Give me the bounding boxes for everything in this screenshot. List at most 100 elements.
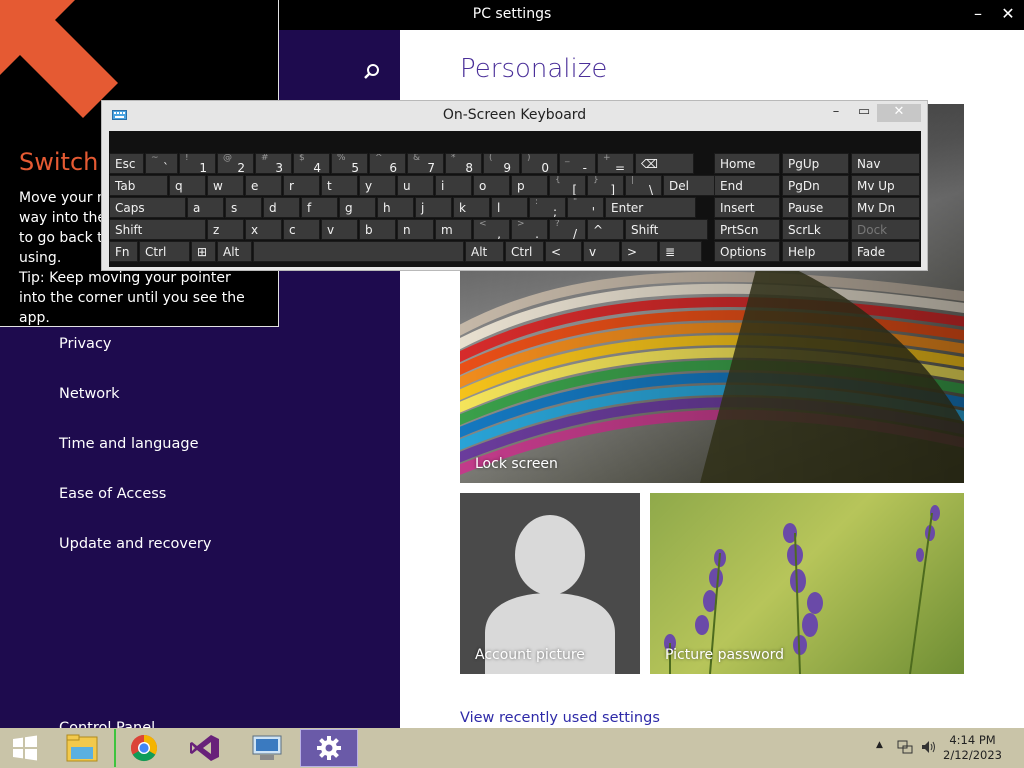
- search-icon[interactable]: [360, 60, 384, 84]
- view-recently-used-settings-link[interactable]: View recently used settings: [460, 710, 660, 726]
- osk-key[interactable]: n: [397, 219, 434, 240]
- osk-key-nav[interactable]: Nav: [851, 153, 920, 174]
- osk-key[interactable]: u: [397, 175, 434, 196]
- osk-key[interactable]: Shift: [109, 219, 206, 240]
- osk-key[interactable]: Ctrl: [505, 241, 544, 262]
- osk-key[interactable]: [253, 241, 464, 262]
- osk-key[interactable]: _ -: [559, 153, 596, 174]
- osk-key-home[interactable]: Home: [714, 153, 780, 174]
- osk-key[interactable]: x: [245, 219, 282, 240]
- osk-key[interactable]: Fn: [109, 241, 138, 262]
- system-clock[interactable]: 4:14 PM 2/12/2023: [943, 733, 1002, 763]
- osk-key[interactable]: ^ 6: [369, 153, 406, 174]
- osk-key-end[interactable]: End: [714, 175, 780, 196]
- osk-key[interactable]: ^: [587, 219, 624, 240]
- osk-key[interactable]: % 5: [331, 153, 368, 174]
- osk-key[interactable]: z: [207, 219, 244, 240]
- osk-key[interactable]: Enter: [605, 197, 696, 218]
- osk-key-prtscn[interactable]: PrtScn: [714, 219, 780, 240]
- minimize-button[interactable]: –: [968, 4, 988, 23]
- nav-item-privacy[interactable]: Privacy: [59, 336, 112, 352]
- osk-key[interactable]: Ctrl: [139, 241, 190, 262]
- osk-key[interactable]: | \: [625, 175, 662, 196]
- osk-key[interactable]: {[: [549, 175, 586, 196]
- volume-icon[interactable]: [920, 739, 938, 768]
- osk-key[interactable]: <: [545, 241, 582, 262]
- osk-key[interactable]: j: [415, 197, 452, 218]
- osk-key[interactable]: l: [491, 197, 528, 218]
- osk-key[interactable]: Alt: [465, 241, 504, 262]
- osk-key[interactable]: (9: [483, 153, 520, 174]
- osk-key[interactable]: t: [321, 175, 358, 196]
- osk-key[interactable]: ? /: [549, 219, 586, 240]
- osk-key[interactable]: p: [511, 175, 548, 196]
- osk-key[interactable]: :;: [529, 197, 566, 218]
- osk-key[interactable]: r: [283, 175, 320, 196]
- osk-key[interactable]: a: [187, 197, 224, 218]
- osk-key[interactable]: }]: [587, 175, 624, 196]
- osk-key[interactable]: f: [301, 197, 338, 218]
- picture-password-tile[interactable]: Picture password: [650, 493, 964, 674]
- nav-item-network[interactable]: Network: [59, 386, 120, 402]
- osk-key[interactable]: c: [283, 219, 320, 240]
- network-icon[interactable]: [897, 739, 913, 768]
- osk-key[interactable]: q: [169, 175, 206, 196]
- show-hidden-icons-button[interactable]: ▲: [876, 740, 883, 768]
- osk-key[interactable]: ⊞: [191, 241, 216, 262]
- osk-key[interactable]: @2: [217, 153, 254, 174]
- osk-key-mv-dn[interactable]: Mv Dn: [851, 197, 920, 218]
- remote-desktop-button[interactable]: [238, 729, 296, 767]
- osk-key[interactable]: #3: [255, 153, 292, 174]
- account-picture-tile[interactable]: Account picture: [460, 493, 640, 674]
- osk-key-dock[interactable]: Dock: [851, 219, 920, 240]
- osk-key[interactable]: v: [583, 241, 620, 262]
- osk-key[interactable]: w: [207, 175, 244, 196]
- osk-key-pause[interactable]: Pause: [782, 197, 849, 218]
- chrome-button[interactable]: [114, 729, 172, 767]
- osk-key[interactable]: + =: [597, 153, 634, 174]
- osk-key[interactable]: & 7: [407, 153, 444, 174]
- osk-key[interactable]: b: [359, 219, 396, 240]
- nav-item-time-and-language[interactable]: Time and language: [59, 436, 199, 452]
- osk-key[interactable]: $4: [293, 153, 330, 174]
- osk-key[interactable]: m: [435, 219, 472, 240]
- close-button[interactable]: ✕: [998, 4, 1018, 23]
- osk-key[interactable]: >.: [511, 219, 548, 240]
- osk-close-button[interactable]: ✕: [877, 104, 921, 122]
- nav-item-update-and-recovery[interactable]: Update and recovery: [59, 536, 211, 552]
- osk-key-fade[interactable]: Fade: [851, 241, 920, 262]
- osk-key[interactable]: g: [339, 197, 376, 218]
- osk-key[interactable]: k: [453, 197, 490, 218]
- osk-key[interactable]: Esc: [109, 153, 144, 174]
- osk-key[interactable]: >: [621, 241, 658, 262]
- osk-key[interactable]: Alt: [217, 241, 252, 262]
- osk-key[interactable]: d: [263, 197, 300, 218]
- osk-key[interactable]: Caps: [109, 197, 186, 218]
- nav-item-ease-of-access[interactable]: Ease of Access: [59, 486, 166, 502]
- visual-studio-button[interactable]: [176, 729, 234, 767]
- osk-key[interactable]: e: [245, 175, 282, 196]
- osk-key[interactable]: * 8: [445, 153, 482, 174]
- osk-key-pgdn[interactable]: PgDn: [782, 175, 849, 196]
- osk-key[interactable]: Tab: [109, 175, 168, 196]
- osk-maximize-button[interactable]: ▭: [850, 104, 878, 122]
- osk-key[interactable]: ! 1: [179, 153, 216, 174]
- osk-key-options[interactable]: Options: [714, 241, 780, 262]
- osk-key[interactable]: ~ `: [145, 153, 178, 174]
- osk-key[interactable]: ) 0: [521, 153, 558, 174]
- osk-key-pgup[interactable]: PgUp: [782, 153, 849, 174]
- osk-key[interactable]: y: [359, 175, 396, 196]
- osk-minimize-button[interactable]: –: [822, 104, 850, 122]
- pc-settings-button[interactable]: [300, 729, 358, 767]
- osk-key[interactable]: <,: [473, 219, 510, 240]
- osk-key[interactable]: s: [225, 197, 262, 218]
- osk-key[interactable]: ⌫: [635, 153, 694, 174]
- osk-key[interactable]: ≣: [659, 241, 702, 262]
- osk-key[interactable]: o: [473, 175, 510, 196]
- osk-key-mv-up[interactable]: Mv Up: [851, 175, 920, 196]
- osk-key[interactable]: Shift: [625, 219, 708, 240]
- osk-key[interactable]: i: [435, 175, 472, 196]
- osk-key[interactable]: v: [321, 219, 358, 240]
- file-explorer-button[interactable]: [53, 729, 111, 767]
- osk-key[interactable]: h: [377, 197, 414, 218]
